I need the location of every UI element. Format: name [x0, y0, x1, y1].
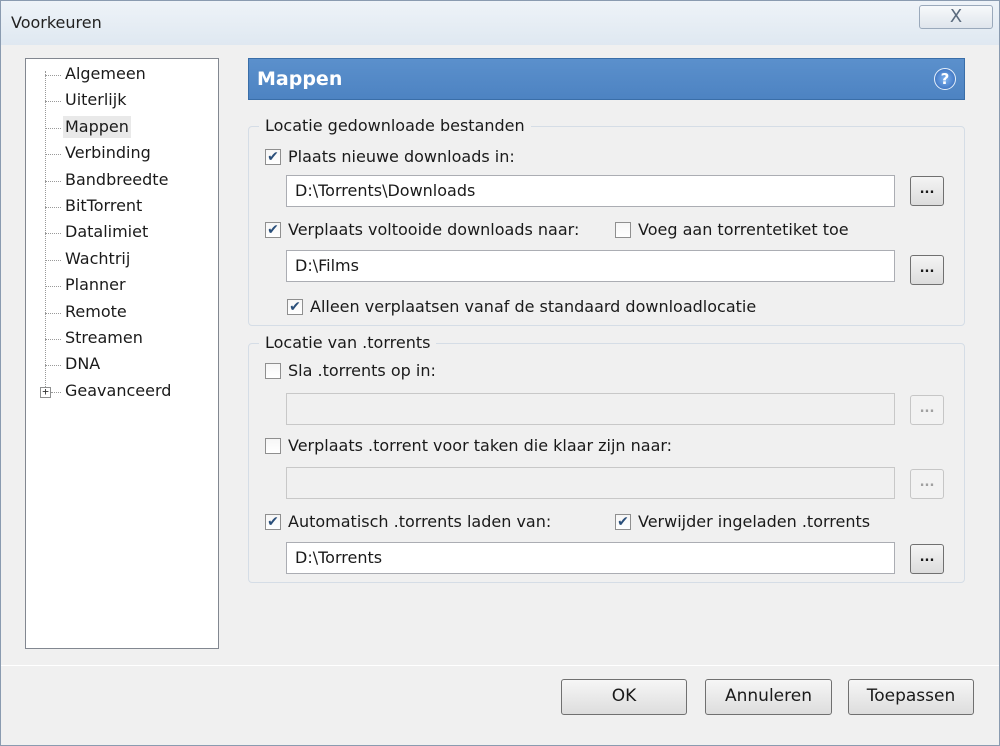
tree-connector	[45, 260, 61, 261]
panel-header: Mappen ?	[248, 58, 965, 100]
browse-store-torrents-button[interactable]: ...	[910, 395, 944, 425]
tree-connector-line	[45, 71, 46, 393]
browse-auto-load-button[interactable]: ...	[910, 544, 944, 574]
tree-connector	[45, 286, 61, 287]
add-label-checkbox[interactable]	[615, 222, 631, 238]
browse-completed-path-button[interactable]: ...	[910, 255, 944, 285]
tree-item-uiterlijk[interactable]: Uiterlijk	[63, 89, 128, 111]
group-label: Locatie van .torrents	[259, 333, 437, 352]
store-torrents-path-field[interactable]	[286, 393, 895, 425]
new-downloads-label: Plaats nieuwe downloads in:	[288, 147, 515, 166]
close-button[interactable]: X	[919, 5, 993, 29]
window-title: Voorkeuren	[11, 13, 102, 32]
tree-item-geavanceerd[interactable]: Geavanceerd	[63, 380, 173, 402]
browse-move-finished-button[interactable]: ...	[910, 469, 944, 499]
preferences-window: Voorkeuren X Algemeen Uiterlijk Mappen V…	[0, 0, 1000, 746]
tree-item-algemeen[interactable]: Algemeen	[63, 63, 148, 85]
help-icon[interactable]: ?	[934, 68, 956, 90]
tree-connector	[45, 313, 61, 314]
category-tree: Algemeen Uiterlijk Mappen Verbinding Ban…	[25, 58, 219, 649]
tree-connector	[45, 154, 61, 155]
only-default-label: Alleen verplaatsen vanaf de standaard do…	[310, 297, 757, 316]
title-bar: Voorkeuren X	[1, 1, 999, 45]
tree-connector	[45, 181, 61, 182]
download-path-field[interactable]: D:\Torrents\Downloads	[286, 175, 895, 207]
tree-item-remote[interactable]: Remote	[63, 301, 129, 323]
tree-item-verbinding[interactable]: Verbinding	[63, 142, 153, 164]
cancel-button[interactable]: Annuleren	[705, 679, 832, 715]
expand-plus-icon[interactable]: +	[40, 386, 51, 398]
tree-item-wachtrij[interactable]: Wachtrij	[63, 248, 132, 270]
footer-separator	[1, 665, 999, 666]
browse-download-path-button[interactable]: ...	[910, 176, 944, 206]
new-downloads-checkbox[interactable]	[265, 149, 281, 165]
delete-loaded-label: Verwijder ingeladen .torrents	[638, 512, 871, 531]
move-finished-label: Verplaats .torrent voor taken die klaar …	[288, 436, 673, 455]
move-completed-label: Verplaats voltooide downloads naar:	[288, 220, 580, 239]
ok-button[interactable]: OK	[561, 679, 687, 715]
store-torrents-checkbox[interactable]	[265, 363, 281, 379]
move-finished-checkbox[interactable]	[265, 438, 281, 454]
move-completed-checkbox[interactable]	[265, 222, 281, 238]
tree-item-streamen[interactable]: Streamen	[63, 327, 145, 349]
tree-connector	[45, 339, 61, 340]
close-icon: X	[949, 6, 963, 27]
completed-path-field[interactable]: D:\Films	[286, 250, 895, 282]
tree-item-datalimiet[interactable]: Datalimiet	[63, 221, 150, 243]
auto-load-path-field[interactable]: D:\Torrents	[286, 542, 895, 574]
only-default-checkbox[interactable]	[287, 299, 303, 315]
move-finished-path-field[interactable]	[286, 467, 895, 499]
tree-connector	[45, 233, 61, 234]
group-label: Locatie gedownloade bestanden	[259, 116, 531, 135]
store-torrents-label: Sla .torrents op in:	[288, 361, 436, 380]
tree-item-bittorrent[interactable]: BitTorrent	[63, 195, 144, 217]
tree-item-dna[interactable]: DNA	[63, 353, 102, 375]
auto-load-label: Automatisch .torrents laden van:	[288, 512, 552, 531]
add-label-label: Voeg aan torrentetiket toe	[638, 220, 849, 239]
tree-connector	[45, 101, 61, 102]
panel-title: Mappen	[257, 68, 343, 90]
tree-connector	[45, 75, 61, 76]
auto-load-checkbox[interactable]	[265, 514, 281, 530]
tree-connector	[51, 392, 61, 393]
delete-loaded-checkbox[interactable]	[615, 514, 631, 530]
tree-connector	[45, 128, 61, 129]
tree-connector	[45, 207, 61, 208]
tree-item-bandbreedte[interactable]: Bandbreedte	[63, 169, 170, 191]
tree-item-planner[interactable]: Planner	[63, 274, 128, 296]
tree-item-mappen[interactable]: Mappen	[63, 116, 131, 138]
tree-connector	[45, 365, 61, 366]
apply-button[interactable]: Toepassen	[848, 679, 974, 715]
